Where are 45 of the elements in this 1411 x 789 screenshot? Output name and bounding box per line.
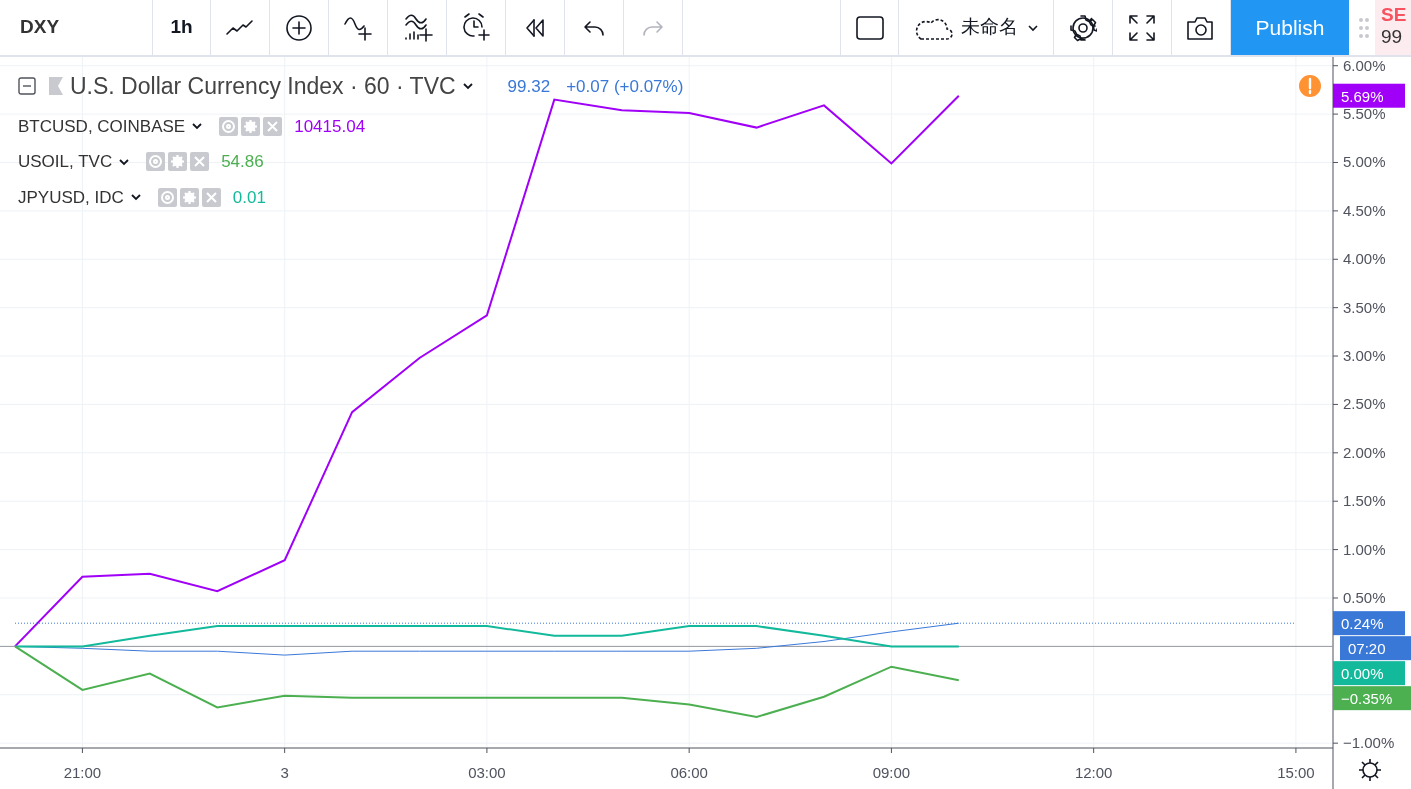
price-tick-label: 4.00% [1343, 250, 1386, 268]
time-tick-label: 21:00 [63, 764, 102, 781]
price-label: 0.00% [1333, 661, 1405, 686]
price-label: 5.69% [1333, 83, 1405, 108]
price-label: 0.24% [1333, 611, 1405, 636]
series-name: JPYUSD, IDC [18, 186, 124, 209]
series-value: 10415.04 [294, 115, 366, 138]
last-price: 99.32 [507, 75, 551, 98]
price-tick-label: 3.50% [1343, 298, 1386, 316]
price-tick-label: 3.00% [1343, 347, 1386, 365]
time-tick-label: 03:00 [468, 764, 506, 781]
price-label: −0.35% [1333, 686, 1411, 711]
watchlist-panel[interactable]: SE 99 [1375, 0, 1411, 55]
time-tick-label: 12:00 [1074, 764, 1113, 781]
price-tick-label: 1.50% [1343, 492, 1386, 510]
price-tick-label: 4.50% [1343, 201, 1386, 219]
series-value: 54.86 [221, 151, 264, 173]
symbol-title: U.S. Dollar Currency Index · 60 · TVC [70, 72, 456, 101]
settings-icon[interactable] [1358, 758, 1382, 782]
price-tick-label: −1.00% [1343, 734, 1395, 752]
countdown-label: 07:20 [1340, 636, 1411, 661]
square-button[interactable] [840, 0, 899, 55]
series-name: BTCUSD, COINBASE [18, 115, 186, 138]
drag-handle-icon[interactable] [1357, 16, 1371, 39]
chevron-down-icon[interactable] [191, 121, 204, 132]
price-tick-label: 5.00% [1343, 153, 1386, 171]
series-name: USOIL, TVC [18, 151, 113, 173]
price-tick-label: 0.50% [1343, 589, 1386, 606]
series-value: 0.01 [232, 186, 266, 209]
chevron-down-icon [1025, 22, 1040, 33]
collapse-icon[interactable] [18, 77, 36, 96]
price-tick-label: 1.00% [1343, 540, 1386, 558]
price-change: +0.07 (+0.07%) [566, 75, 684, 98]
price-tick-label: 5.50% [1343, 105, 1386, 123]
time-tick-label: 3 [280, 764, 289, 781]
price-tick-label: 2.00% [1343, 443, 1386, 461]
time-tick-label: 06:00 [670, 764, 708, 781]
time-tick-label: 15:00 [1277, 764, 1315, 781]
chevron-down-icon[interactable] [118, 156, 131, 167]
price-tick-label: 2.50% [1343, 395, 1386, 413]
chevron-down-icon[interactable] [129, 192, 142, 203]
flag-icon [48, 76, 64, 97]
time-tick-label: 09:00 [872, 764, 911, 781]
price-tick-label: 6.00% [1343, 57, 1386, 74]
chevron-down-icon[interactable] [461, 81, 474, 92]
